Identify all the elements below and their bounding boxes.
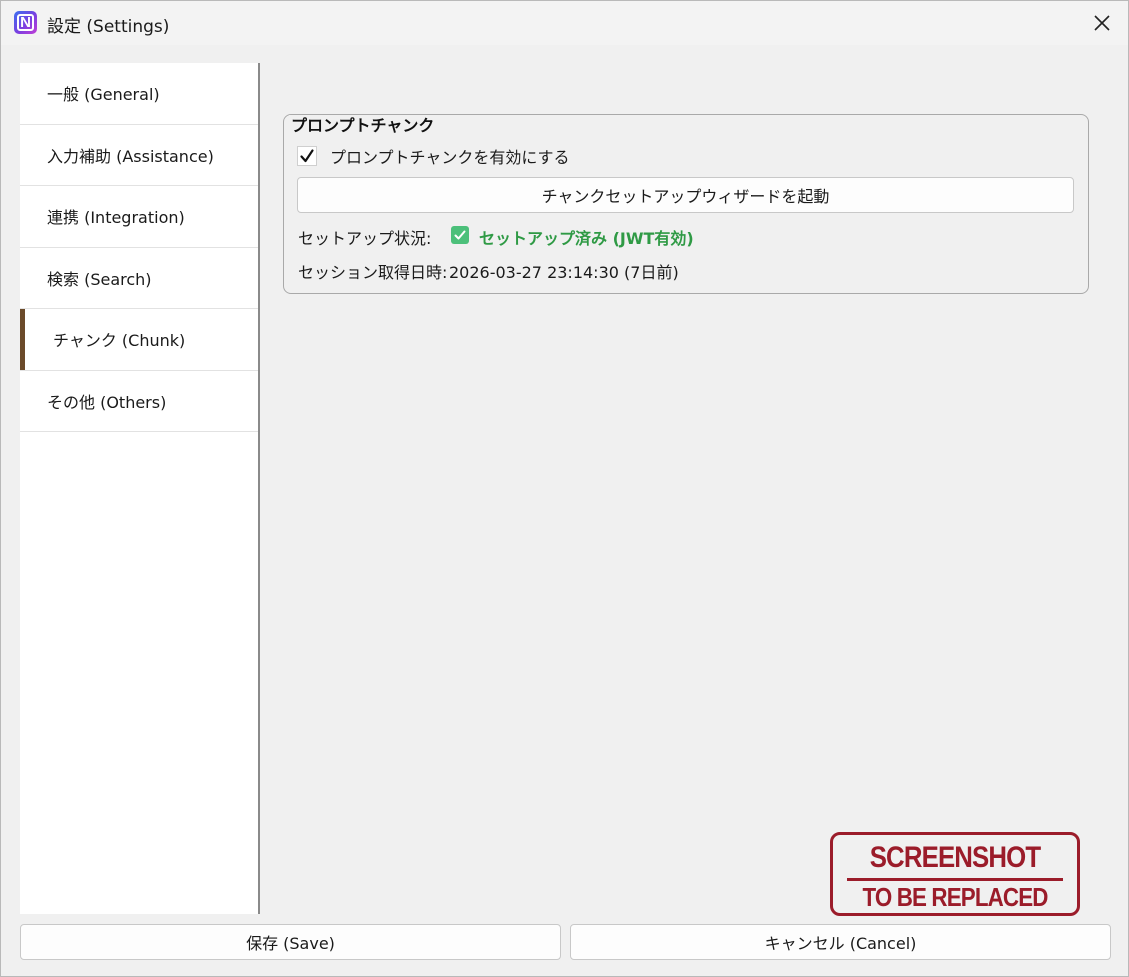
prompt-chunk-group-title: プロンプトチャンク <box>289 115 439 137</box>
enable-prompt-chunk-checkbox[interactable]: プロンプトチャンクを有効にする <box>297 144 570 168</box>
cancel-button[interactable]: キャンセル (Cancel) <box>570 924 1111 960</box>
sidebar-item-integration[interactable]: 連携 (Integration) <box>20 186 258 248</box>
stamp-line-1: SCREENSHOT <box>869 841 1041 874</box>
settings-window: N 設定 (Settings) 一般 (General) 入力補助 (Assis… <box>0 0 1129 977</box>
sidebar-item-chunk[interactable]: チャンク (Chunk) <box>20 309 258 371</box>
close-icon <box>1094 15 1110 31</box>
sidebar-item-label: 連携 (Integration) <box>47 208 185 228</box>
save-button[interactable]: 保存 (Save) <box>20 924 561 960</box>
sidebar-item-label: 検索 (Search) <box>47 269 152 289</box>
app-logo-icon: N <box>14 11 37 34</box>
setup-status-label: セットアップ状況: <box>298 229 432 248</box>
window-title: 設定 (Settings) <box>47 17 170 37</box>
sidebar-item-search[interactable]: 検索 (Search) <box>20 248 258 309</box>
setup-status-value: セットアップ済み (JWT有効) <box>479 229 694 248</box>
launch-setup-wizard-button[interactable]: チャンクセットアップウィザードを起動 <box>297 177 1074 213</box>
session-date-value: 2026-03-27 23:14:30 (7日前) <box>449 263 679 282</box>
checkmark-icon <box>300 149 314 163</box>
close-button[interactable] <box>1084 5 1120 41</box>
sidebar-item-label: 一般 (General) <box>47 85 160 105</box>
screenshot-placeholder-stamp: SCREENSHOT TO BE REPLACED <box>830 832 1080 916</box>
app-logo-letter: N <box>17 14 34 31</box>
stamp-line-2: TO BE REPLACED <box>862 882 1048 912</box>
session-date-label: セッション取得日時: <box>298 263 448 282</box>
sidebar-item-others[interactable]: その他 (Others) <box>20 371 258 432</box>
stamp-divider <box>847 878 1063 881</box>
sidebar-item-label: その他 (Others) <box>47 392 167 412</box>
sidebar-item-label: チャンク (Chunk) <box>53 331 186 351</box>
enable-prompt-chunk-label: プロンプトチャンクを有効にする <box>330 148 570 167</box>
sidebar-item-general[interactable]: 一般 (General) <box>20 63 258 125</box>
check-badge-icon <box>451 226 469 244</box>
sidebar-item-assistance[interactable]: 入力補助 (Assistance) <box>20 125 258 186</box>
checkbox-box[interactable] <box>297 146 317 166</box>
title-bar: N 設定 (Settings) <box>1 1 1128 45</box>
sidebar-item-label: 入力補助 (Assistance) <box>47 146 214 166</box>
settings-sidebar: 一般 (General) 入力補助 (Assistance) 連携 (Integ… <box>20 63 260 914</box>
